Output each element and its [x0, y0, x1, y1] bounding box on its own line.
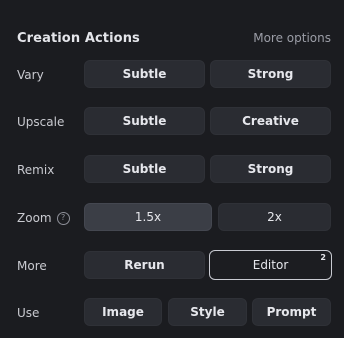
- more-options-link[interactable]: More options: [253, 31, 331, 45]
- editor-button-label: Editor: [252, 258, 289, 272]
- vary-strong-button[interactable]: Strong: [210, 60, 331, 88]
- help-circle-icon[interactable]: ?: [56, 211, 70, 225]
- remix-label: Remix: [17, 163, 55, 177]
- more-label: More: [17, 259, 47, 273]
- remix-strong-button[interactable]: Strong: [210, 155, 331, 183]
- editor-button[interactable]: Editor 2: [209, 250, 332, 280]
- zoom-row: Zoom ? 1.5x 2x: [0, 203, 344, 233]
- zoom-1-5x-button[interactable]: 1.5x: [84, 203, 212, 231]
- upscale-label: Upscale: [17, 115, 65, 129]
- editor-count-badge: 2: [320, 253, 326, 262]
- zoom-2x-button[interactable]: 2x: [218, 203, 331, 231]
- creation-actions-panel: Creation Actions More options Vary Subtl…: [0, 0, 344, 338]
- panel-header: Creation Actions More options: [17, 29, 331, 47]
- upscale-creative-button[interactable]: Creative: [210, 107, 331, 135]
- vary-row: Vary Subtle Strong: [0, 60, 344, 90]
- zoom-label: Zoom: [17, 211, 52, 225]
- upscale-subtle-button[interactable]: Subtle: [84, 107, 205, 135]
- use-image-button[interactable]: Image: [84, 298, 162, 326]
- upscale-row: Upscale Subtle Creative: [0, 107, 344, 137]
- remix-row: Remix Subtle Strong: [0, 155, 344, 185]
- more-row: More Rerun Editor 2: [0, 250, 344, 281]
- panel-title: Creation Actions: [17, 30, 140, 46]
- use-style-button[interactable]: Style: [168, 298, 247, 326]
- vary-subtle-button[interactable]: Subtle: [84, 60, 205, 88]
- use-row: Use Image Style Prompt: [0, 298, 344, 328]
- use-label: Use: [17, 306, 40, 320]
- remix-subtle-button[interactable]: Subtle: [84, 155, 205, 183]
- use-prompt-button[interactable]: Prompt: [252, 298, 331, 326]
- vary-label: Vary: [17, 68, 44, 82]
- rerun-button[interactable]: Rerun: [84, 251, 205, 279]
- zoom-label-group: Zoom ?: [17, 203, 70, 233]
